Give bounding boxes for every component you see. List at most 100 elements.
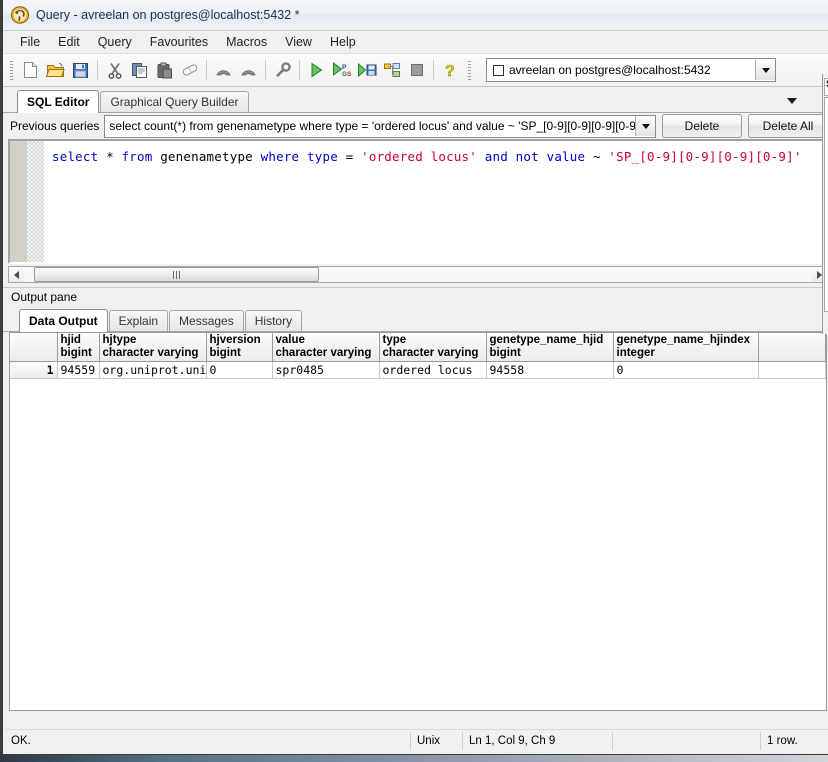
tab-data-output[interactable]: Data Output [19, 309, 108, 332]
menu-item-view[interactable]: View [276, 33, 321, 51]
scrollbar-track[interactable] [24, 267, 812, 282]
status-bar: OK. Unix Ln 1, Col 9, Ch 9 1 row. [5, 729, 828, 752]
previous-queries-combobox[interactable]: select count(*) from genenametype where … [104, 114, 656, 138]
menu-bar: File Edit Query Favourites Macros View H… [3, 31, 828, 54]
column-header-hjid[interactable]: hjid bigint [57, 333, 100, 362]
data-output-grid[interactable]: hjid bigint hjtype character varying hjversi… [9, 332, 827, 711]
chevron-left-icon [14, 270, 19, 279]
chevron-down-icon [761, 67, 770, 73]
toolbar-grip[interactable] [8, 59, 15, 81]
status-row-count: 1 row. [767, 735, 798, 747]
editor-tabstrip: SQL Editor Graphical Query Builder [3, 87, 828, 113]
menu-item-macros[interactable]: Macros [217, 33, 276, 51]
explain-icon[interactable] [379, 58, 404, 83]
connection-dropdown-arrow[interactable] [755, 60, 775, 80]
scroll-left-button[interactable] [9, 267, 24, 282]
sql-editor[interactable]: select * from genenametype where type = … [8, 139, 828, 264]
open-folder-icon[interactable] [43, 58, 68, 83]
tab-explain[interactable]: Explain [108, 310, 169, 331]
paste-icon[interactable] [152, 58, 177, 83]
column-header-hjversion[interactable]: hjversion bigint [206, 333, 273, 362]
connection-status-square-icon [493, 64, 504, 76]
save-floppy-icon[interactable] [68, 58, 93, 83]
title-bar[interactable]: Query - avreelan on postgres@localhost:5… [3, 0, 828, 31]
tab-graphical-query-builder[interactable]: Graphical Query Builder [100, 91, 249, 112]
column-name: genetype_name_hjid [489, 334, 604, 346]
scrollbar-thumb[interactable] [34, 267, 319, 282]
window-title: Query - avreelan on postgres@localhost:5… [36, 8, 300, 22]
results-table: hjid bigint hjtype character varying hjversi… [10, 333, 826, 379]
execute-pgscript-icon[interactable]: PGS [329, 58, 354, 83]
help-question-icon[interactable]: ? [438, 58, 463, 83]
connection-value: avreelan on postgres@localhost:5432 [509, 63, 711, 77]
column-header-hjtype[interactable]: hjtype character varying [99, 333, 207, 362]
cell-hjversion[interactable]: 0 [206, 361, 273, 379]
row-header[interactable]: 1 [10, 361, 58, 379]
tab-history[interactable]: History [244, 310, 303, 331]
column-header-type[interactable]: type character varying [379, 333, 487, 362]
column-type: integer [616, 347, 655, 359]
tab-messages[interactable]: Messages [169, 310, 244, 331]
table-header-row: hjid bigint hjtype character varying hjversi… [10, 333, 826, 362]
cell-type[interactable]: ordered locus [379, 361, 487, 379]
table-row[interactable]: 1 94559 org.uniprot.uni 0 spr0485 ordered loc… [10, 361, 826, 379]
sql-token: = [337, 149, 362, 164]
copy-icon[interactable] [127, 58, 152, 83]
column-header-genetype_name_hjid[interactable]: genetype_name_hjid bigint [486, 333, 614, 362]
tab-overflow-button[interactable] [785, 94, 799, 108]
cell-genetype_name_hjindex[interactable]: 0 [613, 361, 759, 379]
stop-icon[interactable] [404, 58, 429, 83]
execute-to-file-icon[interactable] [354, 58, 379, 83]
execute-play-icon[interactable] [304, 58, 329, 83]
eraser-icon[interactable] [177, 58, 202, 83]
tab-sql-editor[interactable]: SQL Editor [17, 90, 100, 113]
new-file-icon[interactable] [18, 58, 43, 83]
redo-icon[interactable] [236, 58, 261, 83]
connection-combobox[interactable]: avreelan on postgres@localhost:5432 [486, 58, 776, 82]
table-body: 1 94559 org.uniprot.uni 0 spr0485 ordered loc… [10, 361, 826, 379]
find-key-icon[interactable] [270, 58, 295, 83]
delete-all-button[interactable]: Delete All [748, 114, 828, 138]
sql-token: genenametype [160, 149, 253, 164]
column-type: bigint [60, 347, 92, 359]
menu-item-favourites[interactable]: Favourites [141, 33, 217, 51]
cell-hjtype[interactable]: org.uniprot.uni [99, 361, 207, 379]
sql-token: ~ [585, 149, 609, 164]
column-name: hjversion [209, 334, 261, 346]
column-name: hjtype [102, 334, 137, 346]
svg-text:P: P [342, 64, 347, 71]
delete-button[interactable]: Delete [662, 114, 742, 138]
menu-item-file[interactable]: File [11, 33, 49, 51]
cell-hjid[interactable]: 94559 [57, 361, 100, 379]
sql-token: 'SP_[0-9][0-9][0-9][0-9]' [608, 149, 802, 164]
menu-item-edit[interactable]: Edit [49, 33, 89, 51]
sql-token: from [121, 149, 153, 164]
undo-icon[interactable] [211, 58, 236, 83]
sql-query-text[interactable]: select * from genenametype where type = … [44, 141, 826, 262]
cut-scissors-icon[interactable] [102, 58, 127, 83]
status-cursor-position: Ln 1, Col 9, Ch 9 [463, 732, 613, 750]
menu-item-help[interactable]: Help [321, 33, 365, 51]
background-window-sliver[interactable]: S [822, 74, 828, 334]
cell-genetype_name_hjid[interactable]: 94558 [486, 361, 614, 379]
previous-queries-dropdown-arrow[interactable] [635, 116, 655, 136]
previous-queries-value: select count(*) from genenametype where … [109, 119, 635, 133]
column-name: value [275, 334, 305, 346]
background-window-tab[interactable]: S [824, 78, 828, 96]
grid-corner-cell[interactable] [10, 333, 58, 362]
menu-item-query[interactable]: Query [89, 33, 141, 51]
column-name: type [382, 334, 407, 346]
column-header-genetype_name_hjindex[interactable]: genetype_name_hjindex integer [613, 333, 759, 362]
status-blank [613, 732, 761, 750]
editor-horizontal-scrollbar[interactable] [8, 266, 828, 283]
sql-token: value [546, 149, 586, 164]
thumb-grip-icon [173, 270, 180, 279]
cell-value[interactable]: spr0485 [272, 361, 380, 379]
toolbar-grip-2[interactable] [466, 59, 473, 81]
column-header-filler [758, 333, 826, 362]
column-header-value[interactable]: value character varying [272, 333, 380, 362]
